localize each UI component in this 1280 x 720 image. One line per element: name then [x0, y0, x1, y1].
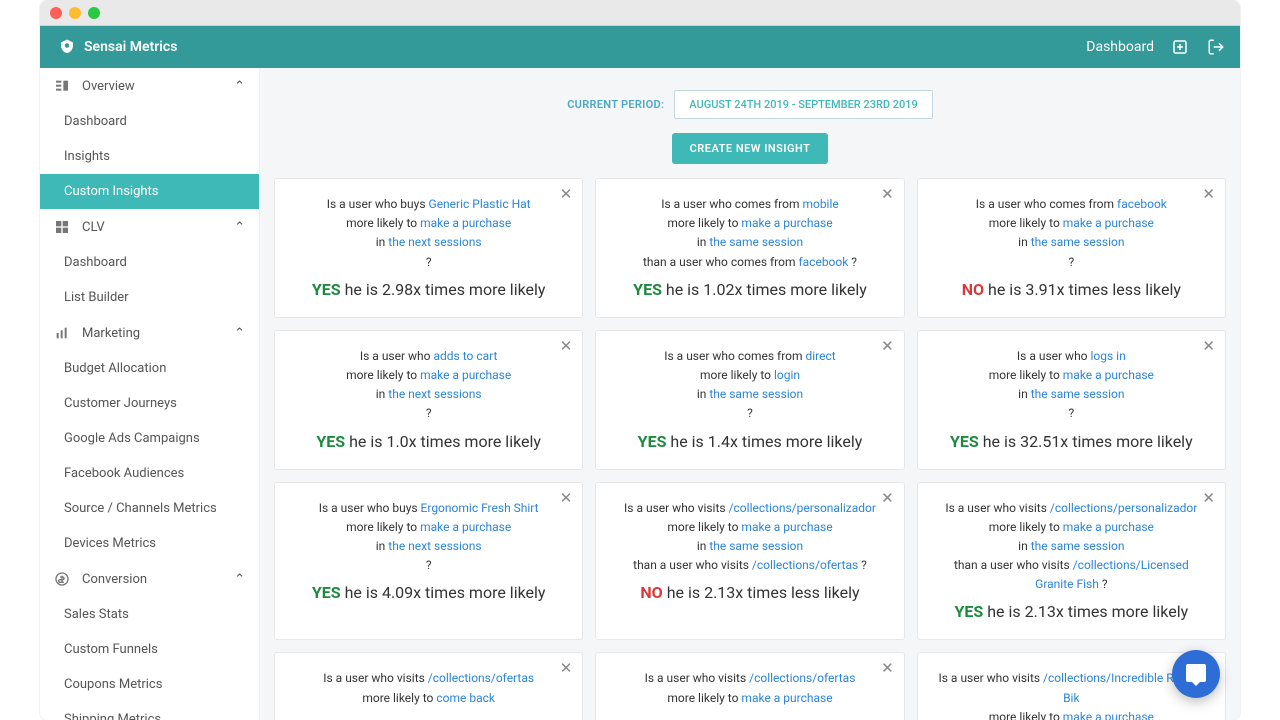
nav-section-overview[interactable]: Overview ⌃ [40, 68, 259, 104]
sidebar-item-source-channels[interactable]: Source / Channels Metrics [40, 491, 259, 526]
close-card-icon[interactable]: ✕ [881, 339, 894, 354]
close-card-icon[interactable]: ✕ [1202, 187, 1215, 202]
chat-widget[interactable] [1172, 650, 1220, 698]
insight-card: ✕Is a user who visits /collections/perso… [917, 482, 1226, 641]
insight-question: Is a user who buys Ergonomic Fresh Shirt… [293, 499, 564, 576]
sidebar-item-devices[interactable]: Devices Metrics [40, 526, 259, 561]
insight-result: NO he is 3.91x times less likely [936, 280, 1207, 299]
insight-question: Is a user who visits /collections/oferta… [293, 669, 564, 707]
sidebar-item-insights[interactable]: Insights [40, 139, 259, 174]
insight-card: ✕Is a user who visits /collections/ofert… [595, 652, 904, 720]
insight-question: Is a user who visits /collections/person… [614, 499, 885, 576]
insight-card: ✕Is a user who visits /collections/perso… [595, 482, 904, 641]
insight-card: ✕Is a user who visits /collections/ofert… [274, 652, 583, 720]
brand-name: Sensai Metrics [84, 39, 177, 55]
insight-result: YES he is 2.98x times more likely [293, 280, 564, 299]
sidebar-item-budget-allocation[interactable]: Budget Allocation [40, 351, 259, 386]
insight-question: Is a user who visits /collections/Incred… [936, 669, 1207, 720]
marketing-icon [54, 325, 70, 341]
insight-card: ✕Is a user who buys Generic Plastic Hatm… [274, 178, 583, 318]
minimize-window-icon[interactable] [69, 7, 81, 19]
nav-section-marketing[interactable]: Marketing ⌃ [40, 315, 259, 351]
insight-result: YES he is 1.0x times more likely [293, 432, 564, 451]
sidebar-item-fb-audiences[interactable]: Facebook Audiences [40, 456, 259, 491]
insight-card: ✕Is a user who comes from directmore lik… [595, 330, 904, 470]
insight-result: YES he is 2.13x times more likely [936, 602, 1207, 621]
close-card-icon[interactable]: ✕ [1202, 339, 1215, 354]
brand-icon [58, 38, 76, 56]
clv-icon [54, 219, 70, 235]
insight-card: ✕Is a user who logs inmore likely to mak… [917, 330, 1226, 470]
sidebar-item-list-builder[interactable]: List Builder [40, 280, 259, 315]
close-card-icon[interactable]: ✕ [881, 661, 894, 676]
close-card-icon[interactable]: ✕ [560, 187, 573, 202]
insight-result: YES he is 32.51x times more likely [936, 432, 1207, 451]
close-window-icon[interactable] [50, 7, 62, 19]
overview-icon [54, 78, 70, 94]
close-card-icon[interactable]: ✕ [560, 491, 573, 506]
period-select[interactable]: AUGUST 24TH 2019 - SEPTEMBER 23RD 2019 [674, 90, 933, 119]
external-icon[interactable] [1170, 37, 1190, 57]
insight-question: Is a user who comes from directmore like… [614, 347, 885, 424]
insight-card: ✕Is a user who buys Ergonomic Fresh Shir… [274, 482, 583, 641]
close-card-icon[interactable]: ✕ [881, 187, 894, 202]
sidebar-item-sales-stats[interactable]: Sales Stats [40, 597, 259, 632]
sidebar-item-dashboard[interactable]: Dashboard [40, 104, 259, 139]
chevron-up-icon: ⌃ [234, 572, 245, 587]
chevron-up-icon: ⌃ [234, 79, 245, 94]
conversion-icon [54, 571, 70, 587]
window-titlebar [40, 0, 1240, 26]
sidebar-item-google-ads[interactable]: Google Ads Campaigns [40, 421, 259, 456]
insight-result: YES he is 4.09x times more likely [293, 583, 564, 602]
insight-result: YES he is 1.4x times more likely [614, 432, 885, 451]
insight-question: Is a user who comes from facebookmore li… [936, 195, 1207, 272]
chevron-up-icon: ⌃ [234, 326, 245, 341]
sidebar-item-shipping[interactable]: Shipping Metrics [40, 702, 259, 720]
create-insight-button[interactable]: CREATE NEW INSIGHT [672, 133, 829, 164]
nav-section-clv[interactable]: CLV ⌃ [40, 209, 259, 245]
app-header: Sensai Metrics Dashboard [40, 26, 1240, 68]
close-card-icon[interactable]: ✕ [881, 491, 894, 506]
logout-icon[interactable] [1206, 37, 1226, 57]
maximize-window-icon[interactable] [88, 7, 100, 19]
insight-result: YES he is 1.02x times more likely [614, 280, 885, 299]
insight-card: ✕Is a user who adds to cartmore likely t… [274, 330, 583, 470]
nav-section-conversion[interactable]: Conversion ⌃ [40, 561, 259, 597]
sidebar-item-coupons[interactable]: Coupons Metrics [40, 667, 259, 702]
insight-question: Is a user who comes from mobilemore like… [614, 195, 885, 272]
insight-result: NO he is 2.13x times less likely [614, 583, 885, 602]
main-content: CURRENT PERIOD: AUGUST 24TH 2019 - SEPTE… [260, 68, 1240, 720]
sidebar-item-custom-insights[interactable]: Custom Insights [40, 174, 259, 209]
insight-question: Is a user who logs inmore likely to make… [936, 347, 1207, 424]
period-label: CURRENT PERIOD: [567, 98, 664, 111]
insight-card: ✕Is a user who comes from mobilemore lik… [595, 178, 904, 318]
sidebar: Overview ⌃ Dashboard Insights Custom Ins… [40, 68, 260, 720]
close-card-icon[interactable]: ✕ [560, 339, 573, 354]
brand: Sensai Metrics [58, 38, 177, 56]
sidebar-item-clv-dashboard[interactable]: Dashboard [40, 245, 259, 280]
insight-question: Is a user who visits /collections/person… [936, 499, 1207, 595]
chevron-up-icon: ⌃ [234, 220, 245, 235]
sidebar-item-customer-journeys[interactable]: Customer Journeys [40, 386, 259, 421]
insight-question: Is a user who visits /collections/oferta… [614, 669, 885, 707]
sidebar-item-custom-funnels[interactable]: Custom Funnels [40, 632, 259, 667]
close-card-icon[interactable]: ✕ [560, 661, 573, 676]
insight-question: Is a user who buys Generic Plastic Hatmo… [293, 195, 564, 272]
insight-question: Is a user who adds to cartmore likely to… [293, 347, 564, 424]
insight-card: ✕Is a user who comes from facebookmore l… [917, 178, 1226, 318]
close-card-icon[interactable]: ✕ [1202, 491, 1215, 506]
header-dashboard-link[interactable]: Dashboard [1086, 39, 1154, 55]
